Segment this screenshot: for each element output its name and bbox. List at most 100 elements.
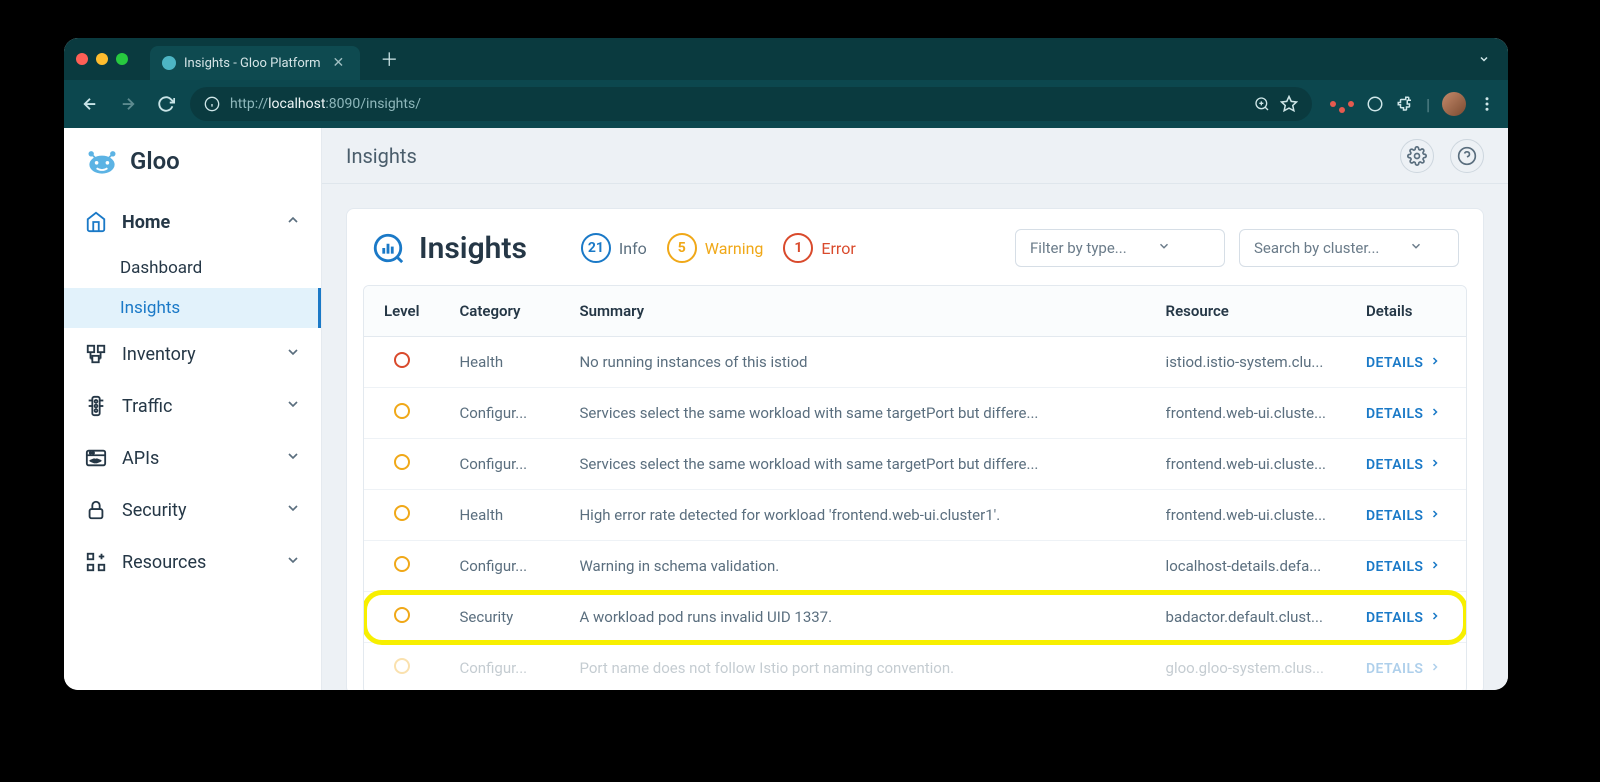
cell-summary: Services select the same workload with s… [559, 388, 1145, 439]
cell-category: Security [439, 592, 559, 643]
cell-details: DETAILS [1346, 592, 1466, 643]
cell-level [364, 643, 439, 691]
window-minimize-icon[interactable] [96, 53, 108, 65]
nav-inventory-label: Inventory [122, 344, 196, 365]
chevron-right-icon [1429, 508, 1441, 524]
profile-avatar[interactable] [1442, 92, 1466, 116]
browser-window: Insights - Gloo Platform ✕ ＋ http://loca… [64, 38, 1508, 690]
app-body: Gloo Home Dashboard Insights Inventory [64, 128, 1508, 690]
insights-table: Level Category Summary Resource Details … [363, 285, 1467, 690]
home-icon [84, 210, 108, 234]
extensions-icon[interactable] [1396, 95, 1414, 113]
nav-traffic-label: Traffic [122, 396, 172, 417]
page-title: Insights [346, 144, 417, 168]
settings-button[interactable] [1400, 139, 1434, 173]
level-warning-icon [394, 454, 410, 470]
chevron-right-icon [1429, 457, 1441, 473]
stat-warn-count: 5 [667, 233, 697, 263]
window-maximize-icon[interactable] [116, 53, 128, 65]
cell-level [364, 592, 439, 643]
chevron-down-icon [285, 552, 301, 573]
nav-resources[interactable]: Resources [64, 536, 321, 588]
cell-resource: frontend.web-ui.cluste... [1146, 439, 1346, 490]
cell-category: Configur... [439, 439, 559, 490]
chevron-down-icon [1157, 239, 1171, 257]
new-tab-button[interactable]: ＋ [370, 46, 408, 72]
nav-security[interactable]: Security [64, 484, 321, 536]
bookmark-star-icon[interactable] [1280, 95, 1298, 113]
cell-details: DETAILS [1346, 643, 1466, 691]
titlebar: Insights - Gloo Platform ✕ ＋ [64, 38, 1508, 80]
nav-back-icon[interactable] [76, 90, 104, 118]
level-warning-icon [394, 658, 410, 674]
filter-type-select[interactable]: Filter by type... [1015, 229, 1225, 267]
cell-details: DETAILS [1346, 439, 1466, 490]
nav-home-label: Home [122, 212, 170, 233]
details-link[interactable]: DETAILS [1366, 559, 1441, 575]
table-row: HealthHigh error rate detected for workl… [364, 490, 1466, 541]
site-info-icon[interactable] [204, 96, 220, 112]
tabs-menu-button[interactable] [1472, 47, 1496, 71]
chevron-right-icon [1429, 559, 1441, 575]
cell-details: DETAILS [1346, 541, 1466, 592]
svg-text:<o>: <o> [91, 459, 102, 465]
url-bar[interactable]: http://localhost:8090/insights/ [190, 87, 1312, 121]
page-header: Insights [322, 128, 1508, 184]
browser-tab[interactable]: Insights - Gloo Platform ✕ [150, 46, 360, 80]
level-warning-icon [394, 607, 410, 623]
browser-menu-icon[interactable] [1478, 95, 1496, 113]
help-button[interactable] [1450, 139, 1484, 173]
help-icon [1457, 146, 1477, 166]
extension-circle-icon[interactable] [1366, 95, 1384, 113]
nav-forward-icon[interactable] [114, 90, 142, 118]
filter-cluster-placeholder: Search by cluster... [1254, 239, 1379, 257]
window-close-icon[interactable] [76, 53, 88, 65]
stat-info-label: Info [619, 239, 647, 258]
cell-summary: No running instances of this istiod [559, 337, 1145, 388]
chevron-down-icon [285, 500, 301, 521]
traffic-icon [84, 394, 108, 418]
level-error-icon [394, 352, 410, 368]
stat-info[interactable]: 21 Info [581, 233, 647, 263]
toolbar-actions: | [1330, 92, 1496, 116]
nav-insights[interactable]: Insights [64, 288, 321, 328]
nav-inventory[interactable]: Inventory [64, 328, 321, 380]
details-link[interactable]: DETAILS [1366, 355, 1441, 371]
reload-icon[interactable] [152, 90, 180, 118]
stat-err-label: Error [821, 239, 855, 258]
cell-resource: istiod.istio-system.clu... [1146, 337, 1346, 388]
nav-traffic[interactable]: Traffic [64, 380, 321, 432]
cell-resource: frontend.web-ui.cluste... [1146, 490, 1346, 541]
nav-security-label: Security [122, 500, 186, 521]
zoom-icon[interactable] [1254, 96, 1270, 112]
stat-error[interactable]: 1 Error [783, 233, 855, 263]
tab-close-icon[interactable]: ✕ [329, 55, 349, 71]
details-link[interactable]: DETAILS [1366, 610, 1441, 626]
details-link[interactable]: DETAILS [1366, 508, 1441, 524]
brand-name: Gloo [130, 147, 180, 175]
window-controls [76, 53, 128, 65]
level-warning-icon [394, 556, 410, 572]
nav-apis-label: APIs [122, 448, 159, 469]
stat-warning[interactable]: 5 Warning [667, 233, 764, 263]
filter-cluster-select[interactable]: Search by cluster... [1239, 229, 1459, 267]
card-title: Insights [419, 231, 527, 266]
details-link[interactable]: DETAILS [1366, 661, 1441, 677]
tab-favicon-icon [162, 56, 176, 70]
nav-home-sub: Dashboard Insights [64, 248, 321, 328]
cell-category: Configur... [439, 541, 559, 592]
details-link[interactable]: DETAILS [1366, 457, 1441, 473]
inventory-icon [84, 342, 108, 366]
cell-category: Health [439, 490, 559, 541]
cell-level [364, 337, 439, 388]
nav-home[interactable]: Home [64, 196, 321, 248]
extension-asana-icon[interactable] [1330, 101, 1354, 107]
nav-dashboard[interactable]: Dashboard [64, 248, 321, 288]
chevron-down-icon [285, 344, 301, 365]
apis-icon: <o> [84, 446, 108, 470]
table-row: HealthNo running instances of this istio… [364, 337, 1466, 388]
th-category: Category [439, 286, 559, 337]
details-link[interactable]: DETAILS [1366, 406, 1441, 422]
browser-toolbar: http://localhost:8090/insights/ | [64, 80, 1508, 128]
nav-apis[interactable]: <o> APIs [64, 432, 321, 484]
